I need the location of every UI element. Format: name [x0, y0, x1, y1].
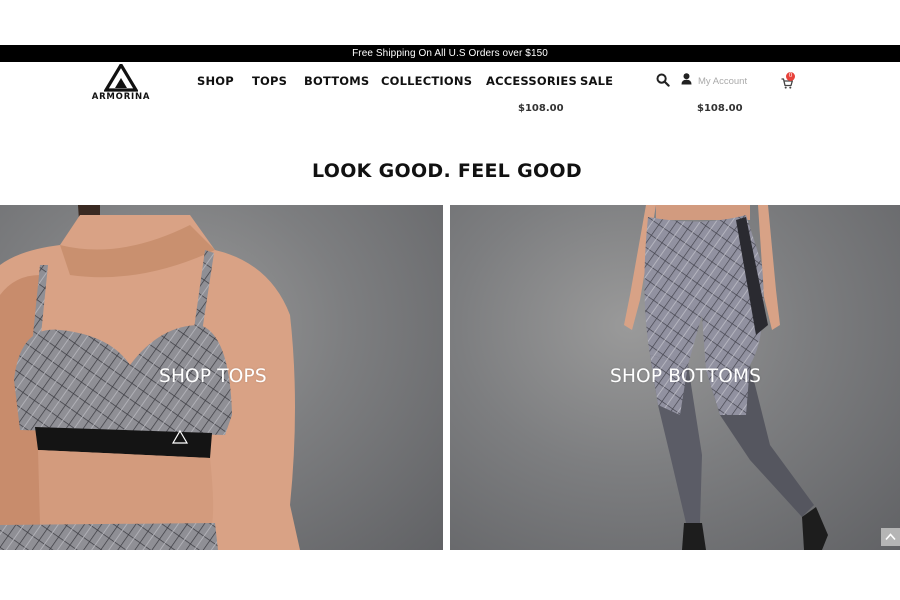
brand-wordmark: ARMORINA — [91, 92, 151, 102]
nav-accessories[interactable]: ACCESSORIES — [486, 74, 577, 88]
brand-logo[interactable]: ARMORINA — [88, 64, 154, 102]
search-icon[interactable] — [656, 73, 670, 87]
nav-tops[interactable]: TOPS — [252, 74, 287, 88]
cart-count-badge: 0 — [786, 72, 795, 81]
nav-bottoms[interactable]: BOTTOMS — [304, 74, 369, 88]
user-icon[interactable] — [681, 72, 692, 85]
scroll-to-top-button[interactable] — [881, 528, 900, 546]
accessories-price: $108.00 — [518, 103, 564, 114]
logo-mark-icon — [104, 64, 138, 92]
nav-collections[interactable]: COLLECTIONS — [381, 74, 472, 88]
nav-sale[interactable]: SALE — [580, 74, 613, 88]
shop-tops-banner[interactable]: SHOP TOPS — [0, 205, 443, 550]
shop-bottoms-label[interactable]: SHOP BOTTOMS — [610, 366, 761, 387]
my-account-link[interactable]: My Account — [698, 76, 747, 87]
nav-shop[interactable]: SHOP — [197, 74, 234, 88]
chevron-up-icon — [885, 533, 896, 541]
shop-tops-label[interactable]: SHOP TOPS — [159, 366, 267, 387]
shop-bottoms-banner[interactable]: SHOP BOTTOMS — [450, 205, 900, 550]
page-headline: LOOK GOOD. FEEL GOOD — [312, 160, 582, 182]
announcement-bar: Free Shipping On All U.S Orders over $15… — [0, 45, 900, 62]
header-price: $108.00 — [697, 103, 743, 114]
